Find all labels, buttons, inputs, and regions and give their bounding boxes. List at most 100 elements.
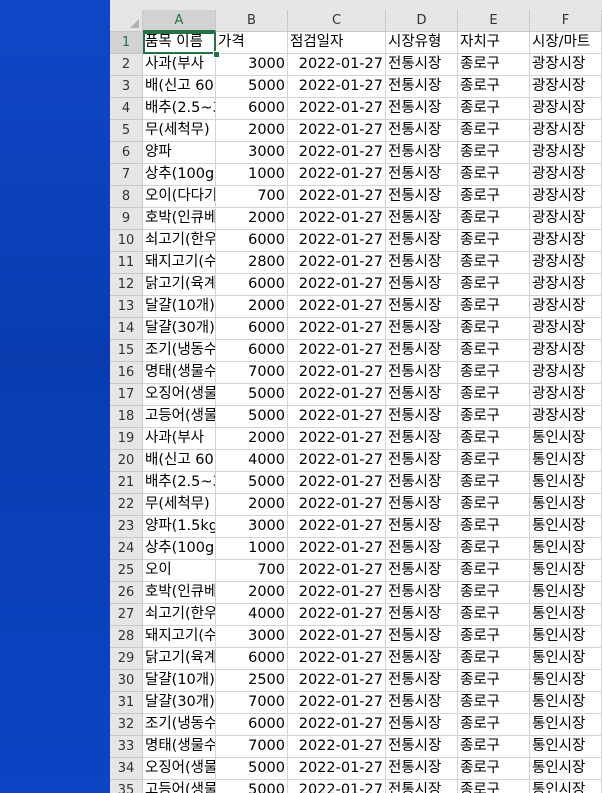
- cell-item-name[interactable]: 돼지고기(수: [143, 252, 216, 274]
- cell-market[interactable]: 통인시장: [530, 626, 602, 648]
- cell-date[interactable]: 2022-01-27: [288, 142, 386, 164]
- row-header[interactable]: 3: [110, 76, 143, 98]
- cell-item-name[interactable]: 무(세척무): [143, 120, 216, 142]
- cell-item-name[interactable]: 조기(냉동수: [143, 714, 216, 736]
- cell-price[interactable]: 6000: [216, 648, 288, 670]
- cell-market[interactable]: 광장시장: [530, 98, 602, 120]
- cell-price[interactable]: 6000: [216, 230, 288, 252]
- row-header[interactable]: 34: [110, 758, 143, 780]
- cell-district[interactable]: 종로구: [458, 164, 530, 186]
- cell-date[interactable]: 2022-01-27: [288, 516, 386, 538]
- cell-market-type[interactable]: 전통시장: [386, 516, 458, 538]
- cell-price[interactable]: 3000: [216, 516, 288, 538]
- cell-district[interactable]: 종로구: [458, 230, 530, 252]
- cell-price[interactable]: 2800: [216, 252, 288, 274]
- cell-price[interactable]: 700: [216, 186, 288, 208]
- cell-district[interactable]: 종로구: [458, 186, 530, 208]
- cell-market-type[interactable]: 전통시장: [386, 428, 458, 450]
- cell-market-type[interactable]: 전통시장: [386, 76, 458, 98]
- cell-price[interactable]: 2000: [216, 208, 288, 230]
- cell-market[interactable]: 광장시장: [530, 164, 602, 186]
- cell-market-type[interactable]: 전통시장: [386, 780, 458, 793]
- cell-district[interactable]: 종로구: [458, 274, 530, 296]
- cell-item-name[interactable]: 호박(인큐베: [143, 582, 216, 604]
- header-cell-market-type[interactable]: 시장유형: [386, 32, 458, 54]
- cell-item-name[interactable]: 닭고기(육계: [143, 274, 216, 296]
- cell-price[interactable]: 2000: [216, 120, 288, 142]
- cell-district[interactable]: 종로구: [458, 340, 530, 362]
- cell-market-type[interactable]: 전통시장: [386, 472, 458, 494]
- row-header[interactable]: 32: [110, 714, 143, 736]
- cell-market[interactable]: 광장시장: [530, 274, 602, 296]
- cell-market-type[interactable]: 전통시장: [386, 758, 458, 780]
- cell-market-type[interactable]: 전통시장: [386, 98, 458, 120]
- header-cell-market[interactable]: 시장/마트: [530, 32, 602, 54]
- cell-market-type[interactable]: 전통시장: [386, 538, 458, 560]
- cell-date[interactable]: 2022-01-27: [288, 626, 386, 648]
- row-header[interactable]: 2: [110, 54, 143, 76]
- header-cell-district[interactable]: 자치구: [458, 32, 530, 54]
- cell-item-name[interactable]: 무(세척무): [143, 494, 216, 516]
- cell-price[interactable]: 6000: [216, 98, 288, 120]
- row-header[interactable]: 12: [110, 274, 143, 296]
- row-header[interactable]: 13: [110, 296, 143, 318]
- cell-market[interactable]: 통인시장: [530, 670, 602, 692]
- cell-item-name[interactable]: 오징어(생물: [143, 384, 216, 406]
- cell-district[interactable]: 종로구: [458, 296, 530, 318]
- cell-date[interactable]: 2022-01-27: [288, 76, 386, 98]
- cell-date[interactable]: 2022-01-27: [288, 120, 386, 142]
- cell-district[interactable]: 종로구: [458, 384, 530, 406]
- cell-item-name[interactable]: 달걀(30개): [143, 692, 216, 714]
- cell-price[interactable]: 2000: [216, 494, 288, 516]
- cell-district[interactable]: 종로구: [458, 120, 530, 142]
- cell-price[interactable]: 6000: [216, 340, 288, 362]
- row-header[interactable]: 6: [110, 142, 143, 164]
- column-header-c[interactable]: C: [288, 10, 386, 32]
- cell-market[interactable]: 광장시장: [530, 362, 602, 384]
- cell-district[interactable]: 종로구: [458, 98, 530, 120]
- row-header[interactable]: 10: [110, 230, 143, 252]
- cell-item-name[interactable]: 양파: [143, 142, 216, 164]
- cell-district[interactable]: 종로구: [458, 450, 530, 472]
- cell-market-type[interactable]: 전통시장: [386, 230, 458, 252]
- cell-date[interactable]: 2022-01-27: [288, 252, 386, 274]
- row-header[interactable]: 21: [110, 472, 143, 494]
- cell-price[interactable]: 1000: [216, 538, 288, 560]
- cell-date[interactable]: 2022-01-27: [288, 736, 386, 758]
- row-header[interactable]: 35: [110, 780, 143, 793]
- cell-price[interactable]: 3000: [216, 626, 288, 648]
- cell-date[interactable]: 2022-01-27: [288, 758, 386, 780]
- cell-market-type[interactable]: 전통시장: [386, 692, 458, 714]
- cell-date[interactable]: 2022-01-27: [288, 98, 386, 120]
- row-header[interactable]: 11: [110, 252, 143, 274]
- cell-market-type[interactable]: 전통시장: [386, 296, 458, 318]
- cell-item-name[interactable]: 닭고기(육계: [143, 648, 216, 670]
- cell-price[interactable]: 1000: [216, 164, 288, 186]
- row-header[interactable]: 26: [110, 582, 143, 604]
- cell-date[interactable]: 2022-01-27: [288, 538, 386, 560]
- cell-item-name[interactable]: 돼지고기(수: [143, 626, 216, 648]
- fill-handle[interactable]: [213, 51, 220, 58]
- cell-market-type[interactable]: 전통시장: [386, 252, 458, 274]
- cell-market-type[interactable]: 전통시장: [386, 582, 458, 604]
- cell-district[interactable]: 종로구: [458, 54, 530, 76]
- cell-price[interactable]: 5000: [216, 780, 288, 793]
- cell-market-type[interactable]: 전통시장: [386, 604, 458, 626]
- cell-district[interactable]: 종로구: [458, 142, 530, 164]
- cell-price[interactable]: 7000: [216, 692, 288, 714]
- cell-date[interactable]: 2022-01-27: [288, 406, 386, 428]
- cell-price[interactable]: 4000: [216, 450, 288, 472]
- cell-district[interactable]: 종로구: [458, 648, 530, 670]
- cell-item-name[interactable]: 달걀(30개): [143, 318, 216, 340]
- cell-price[interactable]: 5000: [216, 76, 288, 98]
- cell-district[interactable]: 종로구: [458, 208, 530, 230]
- row-header[interactable]: 29: [110, 648, 143, 670]
- cell-market[interactable]: 통인시장: [530, 736, 602, 758]
- cell-price[interactable]: 2000: [216, 296, 288, 318]
- cell-district[interactable]: 종로구: [458, 252, 530, 274]
- column-header-a[interactable]: A: [143, 10, 216, 32]
- row-header[interactable]: 28: [110, 626, 143, 648]
- cell-district[interactable]: 종로구: [458, 736, 530, 758]
- cell-market[interactable]: 광장시장: [530, 230, 602, 252]
- cell-date[interactable]: 2022-01-27: [288, 186, 386, 208]
